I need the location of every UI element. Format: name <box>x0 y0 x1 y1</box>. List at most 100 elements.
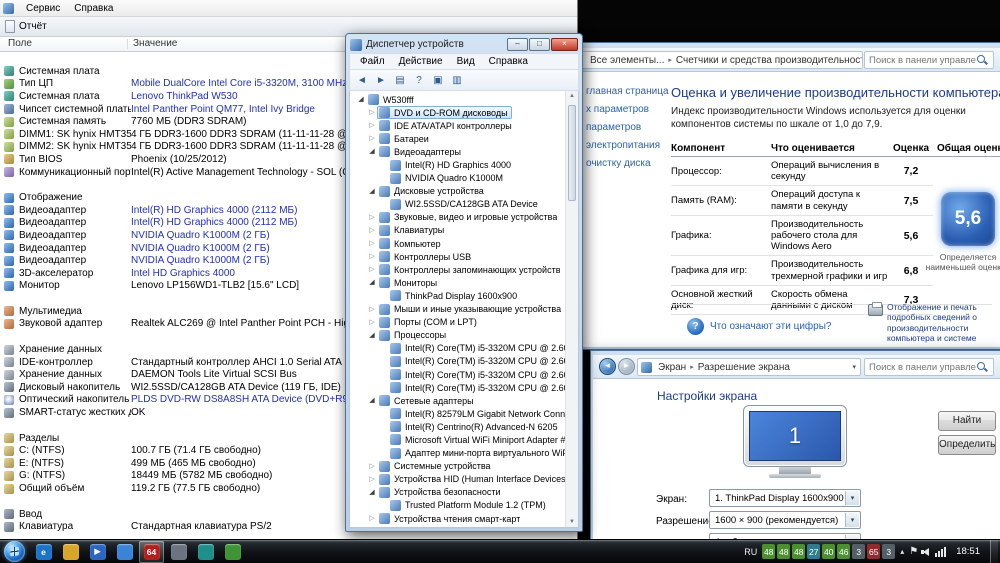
device-tree-item[interactable]: Устройства чтения смарт-карт <box>350 512 578 525</box>
device-tree-item[interactable]: Сетевые адаптеры <box>350 394 578 407</box>
device-tree-item[interactable]: ThinkPad Display 1600x900 <box>350 289 578 302</box>
expand-arrow-icon[interactable] <box>367 276 377 289</box>
report-button[interactable]: Отчёт <box>19 21 47 32</box>
expand-arrow-icon[interactable] <box>356 93 366 106</box>
search-box[interactable] <box>864 51 994 69</box>
breadcrumb-item[interactable]: Экран <box>656 362 688 373</box>
action-center-icon[interactable]: ⚑ <box>909 546 918 557</box>
expand-arrow-icon[interactable] <box>367 132 377 145</box>
expand-arrow-icon[interactable] <box>367 250 377 263</box>
sensor-chip[interactable]: 27 <box>807 544 821 559</box>
device-tree-item[interactable]: Видеоадаптеры <box>350 145 578 158</box>
device-tree-item[interactable]: W530fff <box>350 93 578 106</box>
help-icon[interactable]: ? <box>687 318 704 335</box>
minimize-button[interactable]: – <box>507 38 528 51</box>
expand-arrow-icon[interactable] <box>367 106 377 119</box>
device-tree-item[interactable]: Дисковые устройства <box>350 185 578 198</box>
properties-icon[interactable]: ▥ <box>449 72 465 88</box>
sidebar-link[interactable]: х параметров <box>586 104 669 115</box>
forward-icon[interactable]: ► <box>373 72 389 88</box>
back-icon[interactable]: ◄ <box>354 72 370 88</box>
scrollbar[interactable]: ▲ ▼ <box>565 91 578 527</box>
expand-arrow-icon[interactable] <box>367 237 377 250</box>
device-tree-item[interactable]: Trusted Platform Module 1.2 (TPM) <box>350 499 578 512</box>
device-tree-item[interactable]: Intel(R) Centrino(R) Advanced-N 6205 <box>350 420 578 433</box>
expand-arrow-icon[interactable] <box>367 486 377 499</box>
sensor-chip[interactable]: 48 <box>777 544 791 559</box>
clock[interactable]: 18:51 <box>949 546 987 557</box>
chevron-down-icon[interactable] <box>845 491 859 505</box>
setting-dropdown[interactable]: 1. ThinkPad Display 1600x900 <box>709 489 861 507</box>
expand-arrow-icon[interactable] <box>367 394 377 407</box>
device-tree-item[interactable]: Intel(R) Core(TM) i5-3320M CPU @ 2.60GHz <box>350 342 578 355</box>
back-button[interactable] <box>599 358 616 375</box>
sensor-chip[interactable]: 3 <box>852 544 866 559</box>
sidebar-link[interactable]: электропитания <box>586 140 669 151</box>
hidden-icons-arrow[interactable]: ▴ <box>898 547 906 556</box>
maximize-button[interactable]: □ <box>529 38 550 51</box>
search-icon[interactable] <box>976 54 989 67</box>
scan-hardware-icon[interactable]: ▣ <box>430 72 446 88</box>
sidebar-link[interactable]: очистку диска <box>586 158 669 169</box>
app-icon-green[interactable] <box>220 541 245 563</box>
menu-item[interactable]: Справка <box>67 2 120 15</box>
print-details-link[interactable]: Отображение и печать подробных сведений … <box>868 302 996 343</box>
chevron-down-icon[interactable] <box>845 513 859 527</box>
sidebar-link[interactable]: главная страница <box>586 86 669 97</box>
device-tree-item[interactable]: NVIDIA Quadro K1000M <box>350 172 578 185</box>
expand-arrow-icon[interactable] <box>367 263 377 276</box>
app-icon-blue[interactable] <box>112 541 137 563</box>
device-tree-item[interactable]: Порты (COM и LPT) <box>350 316 578 329</box>
device-tree-item[interactable]: Мониторы <box>350 276 578 289</box>
device-tree-item[interactable]: Intel(R) Core(TM) i5-3320M CPU @ 2.60GHz <box>350 355 578 368</box>
scroll-up-icon[interactable]: ▲ <box>566 93 578 99</box>
sensor-chip[interactable]: 48 <box>762 544 776 559</box>
sensor-chip[interactable]: 65 <box>867 544 881 559</box>
device-tree-item[interactable]: IDE ATA/ATAPI контроллеры <box>350 119 578 132</box>
forward-button[interactable] <box>618 358 635 375</box>
device-tree-item[interactable]: Контроллеры USB <box>350 250 578 263</box>
search-box[interactable] <box>864 358 994 376</box>
explorer-icon[interactable] <box>58 541 83 563</box>
device-tree-item[interactable]: Intel(R) 82579LM Gigabit Network Connect… <box>350 407 578 420</box>
expand-arrow-icon[interactable] <box>367 316 377 329</box>
device-tree-item[interactable]: Процессоры <box>350 329 578 342</box>
expand-arrow-icon[interactable] <box>367 329 377 342</box>
device-tree-item[interactable]: Батареи <box>350 132 578 145</box>
device-tree-item[interactable]: Intel(R) Core(TM) i5-3320M CPU @ 2.60GHz <box>350 368 578 381</box>
expand-arrow-icon[interactable] <box>367 303 377 316</box>
expand-arrow-icon[interactable] <box>367 224 377 237</box>
device-tree-item[interactable]: Клавиатуры <box>350 224 578 237</box>
help-link[interactable]: Что означают эти цифры? <box>710 321 831 332</box>
menu-item[interactable]: Вид <box>450 55 482 68</box>
volume-icon[interactable] <box>921 546 932 557</box>
network-icon[interactable] <box>935 546 947 557</box>
chevron-down-icon[interactable] <box>848 363 860 371</box>
sensor-chip[interactable]: 3 <box>882 544 896 559</box>
media-player-icon[interactable]: ▶ <box>85 541 110 563</box>
search-input[interactable] <box>869 54 976 66</box>
menu-item[interactable]: Действие <box>392 55 450 68</box>
device-tree-item[interactable]: WI2.5SSD/CA128GB ATA Device <box>350 198 578 211</box>
expand-arrow-icon[interactable] <box>367 460 377 473</box>
device-tree-item[interactable]: Microsoft Virtual WiFi Miniport Adapter … <box>350 433 578 446</box>
device-tree-item[interactable]: Системные устройства <box>350 460 578 473</box>
sensor-chip[interactable]: 48 <box>792 544 806 559</box>
app-icon-gray[interactable] <box>166 541 191 563</box>
setting-dropdown[interactable]: 1600 × 900 (рекомендуется) <box>709 511 861 529</box>
expand-arrow-icon[interactable] <box>367 145 377 158</box>
menu-item[interactable]: Справка <box>482 55 535 68</box>
scroll-down-icon[interactable]: ▼ <box>566 519 578 525</box>
device-tree-item[interactable]: Мыши и иные указывающие устройства <box>350 303 578 316</box>
device-tree-item[interactable]: Устройства HID (Human Interface Devices) <box>350 473 578 486</box>
search-icon[interactable] <box>976 361 989 374</box>
column-header-value[interactable]: Значение <box>133 38 177 49</box>
sensor-chip[interactable]: 46 <box>837 544 851 559</box>
sensor-chip[interactable]: 40 <box>822 544 836 559</box>
column-header-field[interactable]: Поле <box>8 38 32 49</box>
close-button[interactable]: × <box>551 38 578 51</box>
aida64-icon[interactable]: 64 <box>139 540 164 563</box>
device-tree-item[interactable]: Компьютер <box>350 237 578 250</box>
device-tree-item[interactable]: Звуковые, видео и игровые устройства <box>350 211 578 224</box>
search-input[interactable] <box>869 361 976 373</box>
